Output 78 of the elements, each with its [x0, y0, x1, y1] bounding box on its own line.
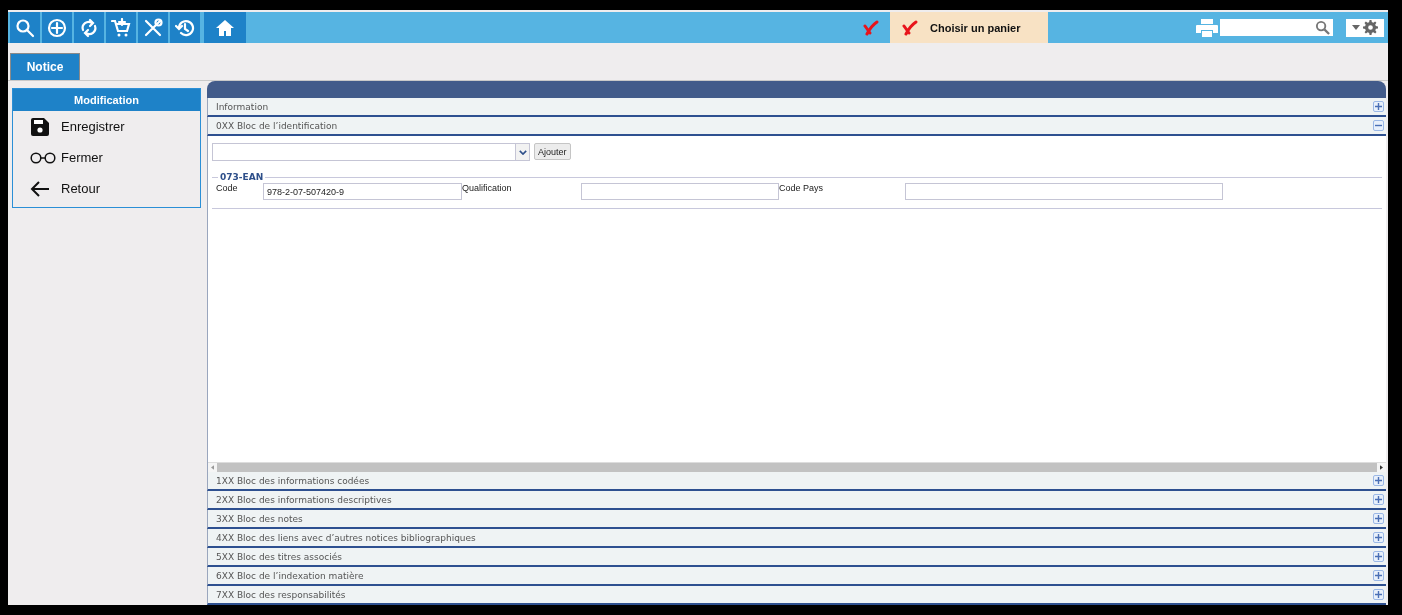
tools-icon	[143, 17, 163, 38]
expand-button[interactable]	[1373, 101, 1384, 112]
minus-icon	[1375, 122, 1382, 129]
glasses-icon	[30, 151, 56, 164]
toolbar-button[interactable]	[106, 12, 136, 43]
menu-item[interactable]: Fermer	[13, 142, 200, 173]
expand-button[interactable]	[1373, 551, 1384, 562]
chevron-down-icon	[518, 149, 527, 155]
horizontal-scrollbar[interactable]	[208, 462, 1386, 472]
toolbar-button[interactable]	[204, 12, 246, 43]
section-header[interactable]: 1XX Bloc des informations codées	[207, 472, 1386, 491]
section-header[interactable]: Information	[207, 98, 1386, 117]
input-field[interactable]	[581, 183, 779, 200]
cart-add-icon	[111, 17, 131, 38]
fieldset-legend: 073-EAN	[220, 172, 264, 182]
left-arrow-icon	[30, 180, 50, 197]
printer-icon[interactable]	[1196, 18, 1218, 37]
field-label: Code	[216, 183, 239, 193]
home-icon	[215, 17, 235, 38]
section-header[interactable]: 0XX Bloc de l’identification	[207, 117, 1386, 136]
history-icon	[175, 17, 195, 38]
caret-icon	[1352, 25, 1360, 30]
expand-button[interactable]	[1373, 589, 1384, 600]
section-header[interactable]: 7XX Bloc des responsabilités	[207, 586, 1386, 605]
expand-button[interactable]	[1373, 570, 1384, 581]
section-header[interactable]: 5XX Bloc des titres associés	[207, 548, 1386, 567]
expand-button[interactable]	[1373, 513, 1384, 524]
section-title: Information	[216, 101, 269, 112]
field-label: Code Pays	[779, 183, 825, 193]
plus-icon	[1375, 496, 1382, 503]
section-header[interactable]: 6XX Bloc de l’indexation matière	[207, 567, 1386, 586]
scroll-right-icon	[1380, 465, 1383, 470]
toolbar-button[interactable]	[138, 12, 168, 43]
plus-icon	[1375, 515, 1382, 522]
section-title: 1XX Bloc des informations codées	[216, 475, 370, 486]
field-label: Qualification	[462, 183, 513, 193]
plus-icon	[1375, 591, 1382, 598]
settings-icon	[1363, 20, 1378, 35]
section-header[interactable]: 3XX Bloc des notes	[207, 510, 1386, 529]
refresh-icon	[79, 17, 99, 38]
basket-label: Choisir un panier	[930, 21, 1021, 34]
section-title: 3XX Bloc des notes	[216, 513, 303, 524]
expand-button[interactable]	[1373, 532, 1384, 543]
menu-item[interactable]: Enregistrer	[13, 111, 200, 142]
input-field[interactable]: 978-2-07-507420-9	[263, 183, 462, 200]
plus-icon	[1375, 572, 1382, 579]
section-title: 4XX Bloc des liens avec d’autres notices bibliographiques	[216, 532, 476, 543]
plus-icon	[1375, 553, 1382, 560]
tab[interactable]: Notice	[10, 53, 80, 80]
section-title: 5XX Bloc des titres associés	[216, 551, 342, 562]
plus-icon	[1375, 477, 1382, 484]
menu-item[interactable]: Retour	[13, 173, 200, 204]
scroll-left-icon	[211, 465, 214, 470]
section-header[interactable]: 2XX Bloc des informations descriptives	[207, 491, 1386, 510]
toolbar-button[interactable]	[42, 12, 72, 43]
search-icon	[15, 17, 35, 38]
expand-button[interactable]	[1373, 475, 1384, 486]
settings-button[interactable]	[1346, 18, 1384, 37]
plus-icon	[1375, 534, 1382, 541]
expand-button[interactable]	[1373, 494, 1384, 505]
section-header[interactable]: 4XX Bloc des liens avec d’autres notices bibliographiques	[207, 529, 1386, 548]
plus-icon	[1375, 103, 1382, 110]
section-title: 7XX Bloc des responsabilités	[216, 589, 346, 600]
collapse-button[interactable]	[1373, 120, 1384, 131]
section-title: 0XX Bloc de l’identification	[216, 120, 338, 131]
search-icon	[1315, 20, 1330, 35]
input-field[interactable]	[905, 183, 1223, 200]
toolbar-button[interactable]	[74, 12, 104, 43]
toolbar-button[interactable]	[10, 12, 40, 43]
section-title: 6XX Bloc de l’indexation matière	[216, 570, 364, 581]
search-field[interactable]	[1220, 19, 1333, 36]
section-title: 2XX Bloc des informations descriptives	[216, 494, 392, 505]
basket-selector[interactable]: Choisir un panier	[890, 12, 1048, 43]
save-icon	[30, 116, 50, 137]
panel-title: Modification	[13, 89, 200, 111]
add-icon	[47, 17, 67, 38]
toolbar-button[interactable]	[170, 12, 200, 43]
add-button[interactable]: Ajouter	[534, 143, 571, 160]
